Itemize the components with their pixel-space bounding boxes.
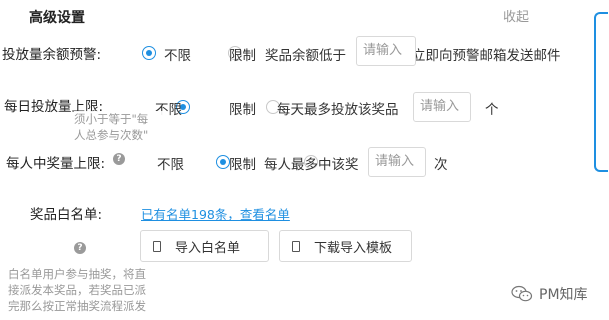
whitelist-view-link[interactable]: 已有名单198条，查看名单 xyxy=(141,204,290,223)
whitelist-help-icon[interactable]: ? xyxy=(74,242,86,254)
per-user-limit-unit: 次 xyxy=(434,157,448,173)
per-user-limit-label: 每人中奖量上限: xyxy=(6,156,106,172)
file-icon xyxy=(292,240,300,252)
download-template-button[interactable]: 下载导入模板 xyxy=(279,230,412,262)
balance-alert-unlimited-label[interactable]: 不限 xyxy=(164,44,191,64)
daily-limit-tooltip: 须小于等于"每 人总参与次数" xyxy=(74,111,166,143)
per-user-limit-limited-label[interactable]: 限制 xyxy=(229,153,256,173)
daily-limit-input[interactable]: 请输入 xyxy=(413,92,471,122)
per-user-limit-unlimited-label[interactable]: 不限 xyxy=(157,153,184,173)
file-icon xyxy=(153,240,161,252)
per-user-limit-text-before: 每人最多中该奖 xyxy=(264,157,359,173)
import-whitelist-button-label: 导入白名单 xyxy=(175,240,241,256)
whitelist-label: 奖品白名单: xyxy=(30,207,103,223)
per-user-limit-help-icon[interactable]: ? xyxy=(113,153,125,165)
collapse-link[interactable]: 收起 xyxy=(503,6,529,25)
balance-alert-text-after: 立即向预警邮箱发送邮件 xyxy=(412,48,561,64)
balance-threshold-input[interactable]: 请输入 xyxy=(356,36,416,66)
watermark: PM知库 xyxy=(511,284,588,304)
whitelist-tooltip: 白名单用户参与抽奖，将直 接派发本奖品，若奖品已派 完那么按正常抽奖流程派发 xyxy=(8,266,160,314)
download-template-button-label: 下载导入模板 xyxy=(314,240,393,256)
balance-alert-limited-label[interactable]: 限制 xyxy=(229,44,256,64)
advanced-settings-page: 高级设置 收起 投放量余额预警: 不限 限制 奖品余额低于 立即向预警邮箱发送邮… xyxy=(0,0,609,320)
balance-alert-text-before: 奖品余额低于 xyxy=(265,48,346,64)
balance-alert-radio-unlimited[interactable] xyxy=(142,46,156,60)
daily-limit-tooltip-line1: 须小于等于"每 xyxy=(74,112,149,126)
section-bracket xyxy=(594,12,608,172)
whitelist-tooltip-line1: 白名单用户参与抽奖，将直 xyxy=(8,267,146,281)
wechat-icon xyxy=(511,285,533,302)
per-user-limit-input[interactable]: 请输入 xyxy=(368,147,426,177)
daily-limit-limited-label[interactable]: 限制 xyxy=(229,98,256,118)
import-whitelist-button[interactable]: 导入白名单 xyxy=(140,230,269,262)
balance-alert-label: 投放量余额预警: xyxy=(2,47,102,63)
watermark-text: PM知库 xyxy=(539,287,588,303)
whitelist-tooltip-line2: 接派发本奖品，若奖品已派 xyxy=(8,283,146,297)
whitelist-tooltip-line3: 完那么按正常抽奖流程派发 xyxy=(8,299,146,313)
daily-limit-text-before: 每天最多投放该奖品 xyxy=(277,102,399,118)
daily-limit-tooltip-line2: 人总参与次数" xyxy=(74,128,149,142)
section-title: 高级设置 xyxy=(29,10,85,26)
daily-limit-unit: 个 xyxy=(485,102,499,118)
